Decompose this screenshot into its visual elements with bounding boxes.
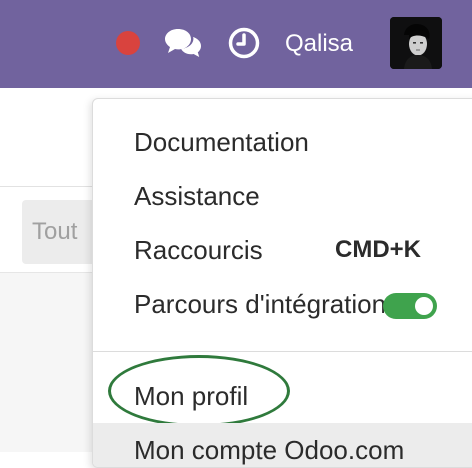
status-indicator-icon[interactable]	[116, 31, 140, 55]
menu-item-documentation[interactable]: Documentation	[93, 115, 472, 169]
shortcut-hint: CMD+K	[335, 236, 422, 263]
background-search-input[interactable]: Tout	[22, 200, 102, 264]
menu-item-label: Documentation	[134, 127, 309, 157]
avatar[interactable]	[390, 17, 442, 69]
menu-divider	[93, 351, 472, 352]
menu-item-label: Assistance	[134, 181, 260, 211]
menu-item-label: Raccourcis	[134, 235, 263, 265]
menu-item-label: Mon compte Odoo.com	[134, 435, 405, 465]
toggle-knob	[415, 297, 433, 315]
clock-icon[interactable]	[227, 26, 261, 60]
menu-item-label: Parcours d'intégration	[134, 289, 384, 319]
top-navbar: Qalisa	[0, 0, 472, 88]
chat-icon[interactable]	[163, 26, 203, 60]
menu-item-shortcuts[interactable]: Raccourcis CMD+K	[93, 223, 472, 277]
background-divider	[0, 186, 96, 187]
background-content-area	[0, 273, 96, 452]
onboarding-toggle-switch[interactable]	[383, 293, 437, 319]
menu-item-onboarding[interactable]: Parcours d'intégration	[93, 277, 472, 331]
menu-item-assistance[interactable]: Assistance	[93, 169, 472, 223]
username-label[interactable]: Qalisa	[285, 28, 353, 60]
annotation-ellipse	[108, 355, 290, 427]
user-menu-dropdown: Documentation Assistance Raccourcis CMD+…	[92, 98, 472, 468]
menu-item-odoo-account[interactable]: Mon compte Odoo.com	[93, 423, 472, 467]
